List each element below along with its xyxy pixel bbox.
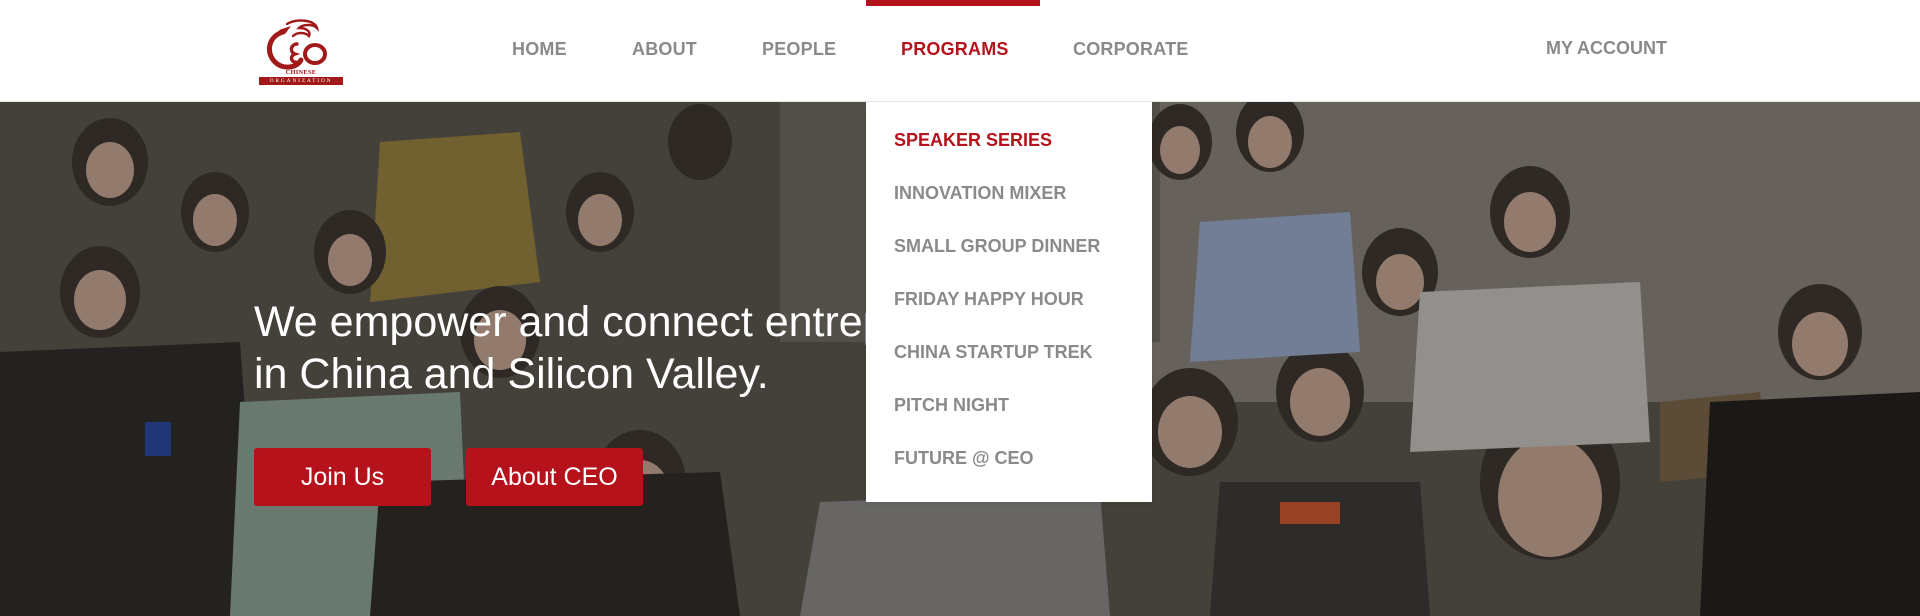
nav-programs[interactable]: PROGRAMS — [901, 39, 1009, 60]
programs-dropdown-menu: SPEAKER SERIES INNOVATION MIXER SMALL GR… — [866, 102, 1152, 502]
dropdown-item-pitch-night[interactable]: PITCH NIGHT — [894, 395, 1009, 416]
my-account-link[interactable]: MY ACCOUNT — [1546, 38, 1667, 59]
dropdown-item-future-at-ceo[interactable]: FUTURE @ CEO — [894, 448, 1034, 469]
site-header: CHINESE ENTREPRENEURS ORGANIZATION HOME … — [0, 0, 1920, 102]
dropdown-item-small-group-dinner[interactable]: SMALL GROUP DINNER — [894, 236, 1100, 257]
dropdown-item-china-startup-trek[interactable]: CHINA STARTUP TREK — [894, 342, 1093, 363]
logo-caption-secondary: ORGANIZATION — [259, 77, 343, 85]
about-ceo-button[interactable]: About CEO — [466, 448, 643, 506]
ceo-logo[interactable]: CHINESE ENTREPRENEURS ORGANIZATION — [257, 18, 345, 86]
nav-home[interactable]: HOME — [512, 39, 567, 60]
nav-people[interactable]: PEOPLE — [762, 39, 836, 60]
dropdown-item-friday-happy-hour[interactable]: FRIDAY HAPPY HOUR — [894, 289, 1084, 310]
dropdown-item-speaker-series[interactable]: SPEAKER SERIES — [894, 130, 1052, 151]
nav-active-indicator — [866, 0, 1040, 6]
dropdown-item-innovation-mixer[interactable]: INNOVATION MIXER — [894, 183, 1066, 204]
join-us-button[interactable]: Join Us — [254, 448, 431, 506]
nav-about[interactable]: ABOUT — [632, 39, 697, 60]
nav-corporate[interactable]: CORPORATE — [1073, 39, 1188, 60]
